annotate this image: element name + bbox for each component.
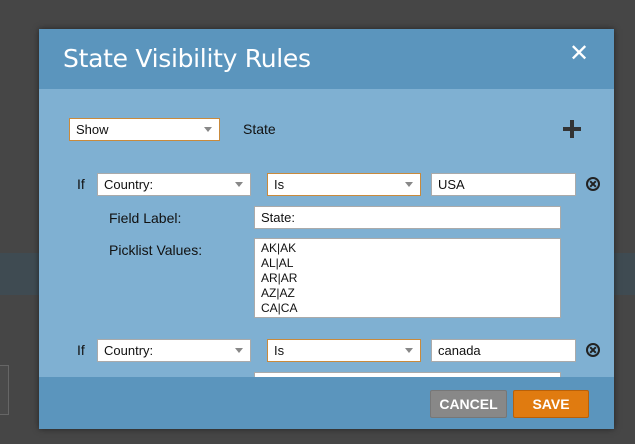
- target-field-label: State: [243, 121, 276, 137]
- rule-operator-select[interactable]: Is: [267, 173, 421, 196]
- chevron-down-icon: [204, 127, 212, 132]
- field-label-input-text: State:: [261, 210, 295, 225]
- picklist-values-textarea[interactable]: AK|AK AL|AL AR|AR AZ|AZ CA|CA: [254, 238, 561, 318]
- save-button[interactable]: SAVE: [513, 390, 589, 418]
- chevron-down-icon: [405, 182, 413, 187]
- visibility-select-value: Show: [76, 122, 109, 137]
- field-label-label: Field Label:: [109, 210, 182, 226]
- rule-field-select[interactable]: Country:: [97, 173, 251, 196]
- picklist-value: CA|CA: [261, 301, 298, 315]
- dialog-title: State Visibility Rules: [63, 44, 311, 73]
- chevron-down-icon: [235, 348, 243, 353]
- rule-if-label: If: [77, 176, 85, 192]
- field-label-input[interactable]: State:: [254, 206, 561, 229]
- rule-field-select-value: Country:: [104, 177, 154, 192]
- rule-value-input[interactable]: canada: [431, 339, 576, 362]
- rule-operator-select-value: Is: [274, 177, 285, 192]
- dialog-footer: CANCEL SAVE: [39, 377, 614, 429]
- picklist-value: AK|AK: [261, 241, 297, 255]
- close-icon[interactable]: ✕: [568, 42, 590, 66]
- remove-rule-icon[interactable]: [586, 343, 600, 357]
- picklist-value: AR|AR: [261, 271, 298, 285]
- picklist-value: AL|AL: [261, 256, 294, 270]
- rule-operator-select-value: Is: [274, 343, 285, 358]
- add-rule-icon[interactable]: [561, 118, 583, 140]
- rule-value-text: canada: [438, 343, 481, 358]
- visibility-select[interactable]: Show: [69, 118, 220, 141]
- picklist-values-label: Picklist Values:: [109, 242, 203, 258]
- chevron-down-icon: [405, 348, 413, 353]
- rule-if-label: If: [77, 342, 85, 358]
- state-visibility-dialog: State Visibility Rules ✕ Show State If C…: [39, 29, 614, 429]
- rule-field-select[interactable]: Country:: [97, 339, 251, 362]
- chevron-down-icon: [235, 182, 243, 187]
- rule-field-select-value: Country:: [104, 343, 154, 358]
- cancel-button[interactable]: CANCEL: [430, 390, 507, 418]
- rule-value-text: USA: [438, 177, 465, 192]
- rule-operator-select[interactable]: Is: [267, 339, 421, 362]
- background-panel: [0, 365, 9, 415]
- remove-rule-icon[interactable]: [586, 177, 600, 191]
- dialog-header: State Visibility Rules ✕: [39, 29, 614, 89]
- picklist-value: AZ|AZ: [261, 286, 295, 300]
- rule-value-input[interactable]: USA: [431, 173, 576, 196]
